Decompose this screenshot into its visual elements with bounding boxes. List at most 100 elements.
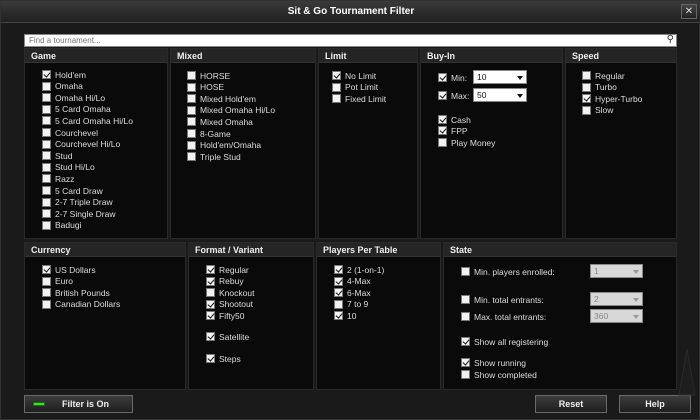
format-item[interactable]: Fifty50 bbox=[206, 310, 245, 321]
min-entrants-select[interactable]: 2 bbox=[590, 292, 643, 306]
players-checkbox[interactable] bbox=[334, 276, 343, 286]
mixed-checkbox[interactable] bbox=[187, 140, 196, 150]
buyin-checkbox[interactable] bbox=[438, 115, 447, 124]
currency-checkbox[interactable] bbox=[42, 276, 51, 286]
limit-item[interactable]: Fixed Limit bbox=[332, 93, 386, 104]
show-completed-checkbox[interactable] bbox=[461, 370, 470, 379]
mixed-checkbox[interactable] bbox=[187, 94, 196, 104]
format-checkbox[interactable] bbox=[206, 276, 215, 286]
format-checkbox[interactable] bbox=[206, 332, 215, 341]
game-item[interactable]: Stud Hi/Lo bbox=[42, 162, 95, 173]
format-item[interactable]: Steps bbox=[206, 353, 241, 364]
limit-item[interactable]: No Limit bbox=[332, 70, 376, 81]
mixed-item[interactable]: Mixed Omaha bbox=[187, 116, 253, 127]
buyin-max-select[interactable]: 50 bbox=[473, 88, 527, 102]
game-item[interactable]: Courchevel Hi/Lo bbox=[42, 139, 120, 150]
buyin-item[interactable]: Cash bbox=[438, 114, 471, 125]
game-item[interactable]: Badugi bbox=[42, 220, 81, 231]
mixed-item[interactable]: Triple Stud bbox=[187, 151, 241, 162]
mixed-checkbox[interactable] bbox=[187, 105, 196, 115]
format-checkbox[interactable] bbox=[206, 311, 215, 321]
speed-checkbox[interactable] bbox=[582, 71, 591, 80]
game-checkbox[interactable] bbox=[42, 93, 51, 103]
game-item[interactable]: Razz bbox=[42, 173, 74, 184]
players-item[interactable]: 10 bbox=[334, 310, 356, 321]
game-item[interactable]: Omaha bbox=[42, 81, 83, 92]
game-checkbox[interactable] bbox=[42, 128, 51, 137]
help-button[interactable]: Help bbox=[619, 395, 691, 413]
speed-item[interactable]: Turbo bbox=[582, 82, 617, 93]
players-item[interactable]: 4-Max bbox=[334, 276, 371, 287]
min-players-checkbox[interactable] bbox=[461, 267, 470, 276]
game-item[interactable]: 5 Card Omaha bbox=[42, 104, 111, 115]
min-entrants-checkbox[interactable] bbox=[461, 295, 470, 304]
currency-checkbox[interactable] bbox=[42, 299, 51, 309]
min-players-select[interactable]: 1 bbox=[590, 264, 643, 278]
speed-checkbox[interactable] bbox=[582, 105, 591, 115]
game-checkbox[interactable] bbox=[42, 104, 51, 114]
game-checkbox[interactable] bbox=[42, 209, 51, 219]
game-checkbox[interactable] bbox=[42, 186, 51, 195]
search-input[interactable] bbox=[25, 35, 655, 46]
players-item[interactable]: 6-Max bbox=[334, 287, 371, 298]
format-item[interactable]: Shootout bbox=[206, 299, 253, 310]
game-checkbox[interactable] bbox=[42, 70, 51, 79]
game-checkbox[interactable] bbox=[42, 174, 51, 184]
mixed-item[interactable]: HORSE bbox=[187, 70, 230, 81]
currency-item[interactable]: British Pounds bbox=[42, 287, 110, 298]
show-running-row[interactable]: Show running bbox=[461, 357, 526, 368]
mixed-item[interactable]: HOSE bbox=[187, 82, 224, 93]
format-item[interactable]: Knockout bbox=[206, 287, 254, 298]
buyin-checkbox[interactable] bbox=[438, 126, 447, 135]
game-item[interactable]: 2-7 Single Draw bbox=[42, 208, 115, 219]
game-item[interactable]: Hold'em bbox=[42, 69, 86, 80]
currency-checkbox[interactable] bbox=[42, 265, 51, 274]
buyin-item[interactable]: Play Money bbox=[438, 137, 495, 148]
close-button[interactable]: ✕ bbox=[681, 4, 697, 19]
buyin-min-select[interactable]: 10 bbox=[473, 70, 527, 84]
limit-item[interactable]: Pot Limit bbox=[332, 82, 378, 93]
game-checkbox[interactable] bbox=[42, 116, 51, 126]
show-registering-row[interactable]: Show all registering bbox=[461, 336, 548, 347]
mixed-item[interactable]: Mixed Hold'em bbox=[187, 93, 256, 104]
game-item[interactable]: Courchevel bbox=[42, 127, 98, 138]
format-item[interactable]: Regular bbox=[206, 264, 249, 275]
filter-toggle-button[interactable]: Filter is On bbox=[24, 395, 133, 413]
max-entrants-select[interactable]: 360 bbox=[590, 309, 643, 323]
speed-item[interactable]: Regular bbox=[582, 70, 625, 81]
mixed-checkbox[interactable] bbox=[187, 71, 196, 80]
players-item[interactable]: 2 (1-on-1) bbox=[334, 264, 384, 275]
mixed-item[interactable]: Mixed Omaha Hi/Lo bbox=[187, 105, 275, 116]
reset-button[interactable]: Reset bbox=[535, 395, 607, 413]
title-bar[interactable]: Sit & Go Tournament Filter ✕ bbox=[1, 1, 700, 23]
players-checkbox[interactable] bbox=[334, 311, 343, 321]
mixed-checkbox[interactable] bbox=[187, 129, 196, 138]
format-checkbox[interactable] bbox=[206, 265, 215, 274]
format-item[interactable]: Satellite bbox=[206, 331, 249, 342]
speed-checkbox[interactable] bbox=[582, 82, 591, 92]
game-checkbox[interactable] bbox=[42, 151, 51, 161]
game-checkbox[interactable] bbox=[42, 139, 51, 149]
currency-checkbox[interactable] bbox=[42, 288, 51, 298]
currency-item[interactable]: Euro bbox=[42, 276, 73, 287]
mixed-item[interactable]: Hold'em/Omaha bbox=[187, 140, 261, 151]
buyin-max-checkbox[interactable] bbox=[438, 91, 447, 100]
buyin-min-row[interactable]: Min: bbox=[438, 72, 467, 83]
search-icon[interactable]: ⚲ bbox=[667, 34, 674, 45]
min-players-row[interactable]: Min. players enrolled: bbox=[461, 266, 555, 277]
currency-item[interactable]: Canadian Dollars bbox=[42, 299, 120, 310]
game-item[interactable]: 5 Card Draw bbox=[42, 185, 103, 196]
buyin-max-row[interactable]: Max: bbox=[438, 90, 469, 101]
min-entrants-row[interactable]: Min. total entrants: bbox=[461, 294, 544, 305]
players-checkbox[interactable] bbox=[334, 265, 343, 274]
limit-checkbox[interactable] bbox=[332, 82, 341, 92]
limit-checkbox[interactable] bbox=[332, 94, 341, 104]
game-checkbox[interactable] bbox=[42, 162, 51, 172]
mixed-checkbox[interactable] bbox=[187, 152, 196, 162]
players-checkbox[interactable] bbox=[334, 299, 343, 309]
mixed-checkbox[interactable] bbox=[187, 117, 196, 127]
game-item[interactable]: 2-7 Triple Draw bbox=[42, 197, 113, 208]
speed-item[interactable]: Hyper-Turbo bbox=[582, 93, 642, 104]
game-item[interactable]: Omaha Hi/Lo bbox=[42, 92, 105, 103]
mixed-item[interactable]: 8-Game bbox=[187, 128, 231, 139]
